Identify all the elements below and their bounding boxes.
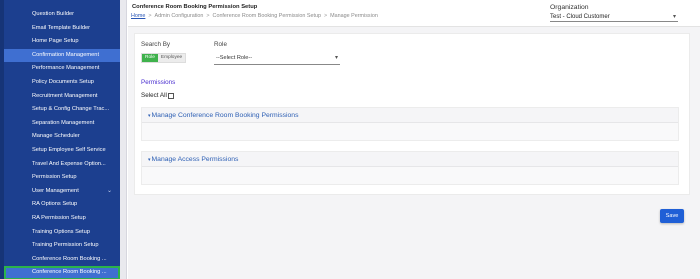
sidebar-item-label: Recruitment Management — [32, 92, 98, 99]
role-select[interactable]: --Select Role-- ▾ — [214, 52, 340, 65]
select-all: Select All — [141, 92, 174, 99]
sidebar-item-manage-scheduler[interactable]: Manage Scheduler — [4, 130, 120, 144]
select-all-label: Select All — [141, 92, 167, 99]
sidebar-item-label: Conference Room Booking ... — [32, 255, 107, 262]
sidebar-item-label: Conference Room Booking ... — [32, 269, 107, 276]
sidebar-item-training-permission-setup[interactable]: Training Permission Setup — [4, 239, 120, 253]
breadcrumb-home-link[interactable]: Home — [131, 13, 145, 19]
sidebar-item-training-options-setup[interactable]: Training Options Setup — [4, 226, 120, 240]
sidebar-item-confirmation-management[interactable]: Confirmation Management — [4, 48, 120, 63]
sidebar-item-label: Performance Management — [32, 65, 100, 72]
sidebar-item-label: Training Options Setup — [32, 228, 90, 235]
sidebar-item-conference-room-booking-permission[interactable]: Conference Room Booking ... — [4, 266, 120, 279]
permissions-link[interactable]: Permissions — [141, 79, 175, 86]
sidebar-item-email-template-builder[interactable]: Email Template Builder — [4, 22, 120, 36]
caret-down-icon: ▾ — [334, 55, 338, 61]
section-header-manage-conference-room-booking[interactable]: ▾Manage Conference Room Booking Permissi… — [142, 108, 678, 123]
sidebar-item-label: Setup & Config Change Trac... — [32, 106, 110, 113]
breadcrumb-separator: > — [206, 13, 210, 19]
section-header-manage-access-permissions[interactable]: ▾Manage Access Permissions — [142, 152, 678, 167]
section-manage-conference-room-booking-permissions: ▾Manage Conference Room Booking Permissi… — [141, 107, 679, 141]
search-by-toggle: Role Employee — [141, 53, 187, 63]
section-title: Manage Conference Room Booking Permissio… — [151, 112, 299, 119]
sidebar-item-label: Home Page Setup — [32, 38, 79, 45]
page-title: Conference Room Booking Permission Setup — [132, 4, 258, 10]
search-by-employee-option[interactable]: Employee — [157, 54, 186, 62]
breadcrumb-separator: > — [324, 13, 328, 19]
sidebar-item-label: RA Permission Setup — [32, 214, 86, 221]
save-button[interactable]: Save — [660, 209, 684, 223]
section-title: Manage Access Permissions — [151, 156, 239, 163]
sidebar-scrollbar[interactable] — [120, 0, 127, 279]
sidebar-item-performance-management[interactable]: Performance Management — [4, 62, 120, 76]
role-select-value: --Select Role-- — [216, 55, 253, 61]
caret-down-icon: ▾ — [672, 14, 676, 20]
sidebar-item-ra-permission-setup[interactable]: RA Permission Setup — [4, 212, 120, 226]
sidebar-item-question-builder[interactable]: Question Builder — [4, 8, 120, 22]
sidebar-item-user-management[interactable]: User Management ⌄ — [4, 185, 120, 199]
breadcrumb-item-permission-setup[interactable]: Conference Room Booking Permission Setup — [213, 13, 321, 19]
search-by-label: Search By — [141, 41, 171, 48]
organization-select[interactable]: Test - Cloud Customer ▾ — [550, 13, 678, 22]
sidebar-item-clipped[interactable] — [4, 0, 120, 8]
sidebar-item-label: Training Permission Setup — [32, 242, 99, 249]
role-label: Role — [214, 41, 227, 48]
sidebar-item-label: Policy Documents Setup — [32, 78, 94, 85]
sidebar: Question Builder Email Template Builder … — [0, 0, 120, 279]
sidebar-item-setup-employee-self-service[interactable]: Setup Employee Self Service — [4, 144, 120, 158]
sidebar-item-policy-documents-setup[interactable]: Policy Documents Setup — [4, 76, 120, 90]
sidebar-menu: Question Builder Email Template Builder … — [4, 0, 120, 279]
organization-select-value: Test - Cloud Customer — [550, 14, 610, 20]
caret-down-icon: ▾ — [148, 157, 151, 163]
sidebar-item-separation-management[interactable]: Separation Management — [4, 117, 120, 131]
sidebar-item-label: Manage Scheduler — [32, 133, 80, 140]
sidebar-item-travel-and-expense-options[interactable]: Travel And Expense Option... — [4, 158, 120, 172]
search-by-role-option[interactable]: Role — [142, 54, 158, 62]
organization-label: Organization — [550, 4, 589, 11]
sidebar-item-ra-options-setup[interactable]: RA Options Setup — [4, 198, 120, 212]
sidebar-item-home-page-setup[interactable]: Home Page Setup — [4, 35, 120, 49]
caret-down-icon: ▾ — [148, 113, 151, 119]
sidebar-item-label: Email Template Builder — [32, 24, 91, 31]
sidebar-item-label: Permission Setup — [32, 174, 77, 181]
breadcrumb-item-manage-permission: Manage Permission — [330, 13, 378, 19]
chevron-down-icon: ⌄ — [106, 187, 112, 194]
header-bar: Conference Room Booking Permission Setup… — [128, 0, 700, 27]
sidebar-item-conference-room-booking[interactable]: Conference Room Booking ... — [4, 253, 120, 267]
sidebar-item-label: RA Options Setup — [32, 201, 78, 208]
sidebar-item-permission-setup[interactable]: Permission Setup — [4, 171, 120, 185]
breadcrumb-separator: > — [148, 13, 152, 19]
section-manage-access-permissions: ▾Manage Access Permissions — [141, 151, 679, 185]
sidebar-item-label: Travel And Expense Option... — [32, 160, 106, 167]
breadcrumb-item-admin-configuration[interactable]: Admin Configuration — [155, 13, 204, 19]
sidebar-item-label: Question Builder — [32, 11, 75, 17]
sidebar-item-label: User Management — [32, 187, 79, 194]
sidebar-item-recruitment-management[interactable]: Recruitment Management — [4, 90, 120, 104]
sidebar-item-label: Setup Employee Self Service — [32, 146, 106, 153]
sidebar-item-label: Confirmation Management — [32, 51, 100, 58]
sidebar-item-label: Separation Management — [32, 119, 95, 126]
breadcrumb: Home > Admin Configuration > Conference Room… — [131, 13, 378, 19]
select-all-checkbox[interactable] — [167, 92, 174, 99]
sidebar-item-setup-config-change-tracking[interactable]: Setup & Config Change Trac... — [4, 103, 120, 117]
